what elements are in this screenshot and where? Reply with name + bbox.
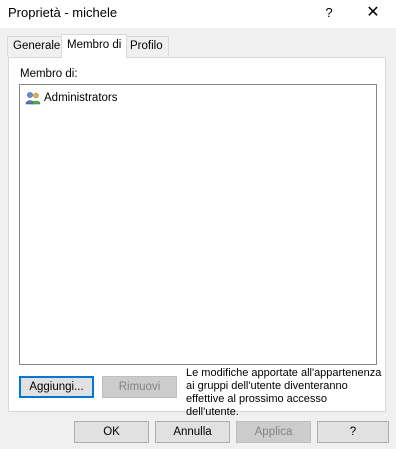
close-icon[interactable]: ✕ [362,2,384,24]
apply-button[interactable]: Applica [236,421,311,443]
remove-button[interactable]: Rimuovi [102,376,177,398]
group-listbox[interactable]: Administrators [19,84,377,365]
cancel-button[interactable]: Annulla [155,421,230,443]
title-bar: Proprietà - michele ? ✕ [0,0,396,28]
help-button[interactable]: ? [317,421,389,443]
ok-button[interactable]: OK [74,421,149,443]
tab-generale[interactable]: Generale [7,36,67,56]
group-name: Administrators [44,92,118,104]
membership-note: Le modifiche apportate all'appartenenza … [186,367,382,418]
group-icon [25,91,41,105]
window-title: Proprietà - michele [8,5,118,20]
tab-profilo[interactable]: Profilo [124,36,169,56]
list-item[interactable]: Administrators [25,90,118,106]
add-button[interactable]: Aggiungi... [19,376,94,398]
membership-label: Membro di: [20,68,78,80]
help-icon[interactable]: ? [318,2,340,24]
tab-membro-di[interactable]: Membro di [61,34,128,58]
